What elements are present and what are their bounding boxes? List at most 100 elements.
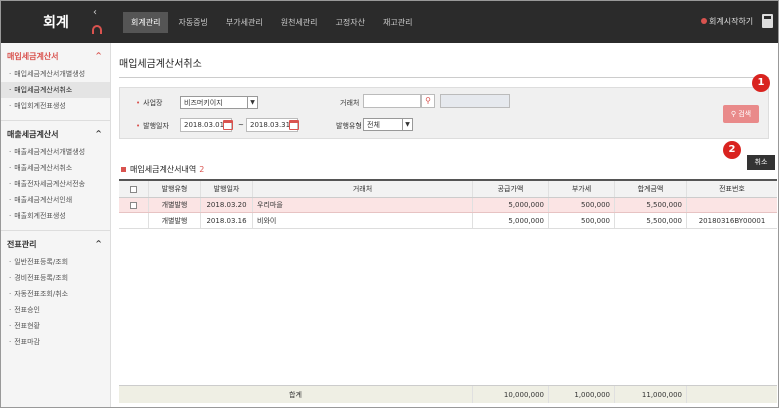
- nav-inventory[interactable]: 재고관리: [375, 12, 420, 33]
- app-window: 회계 ‹ 회계관리 자동증빙 부가세관리 원천세관리 고정자산 재고관리 회계시…: [0, 0, 779, 408]
- table-row[interactable]: 개별발행 2018.03.20 우리마을 5,000,000 500,000 5…: [119, 198, 777, 213]
- column-header: 거래처: [253, 181, 473, 197]
- start-accounting-link[interactable]: 회계시작하기: [701, 16, 753, 27]
- bullet-icon: [121, 167, 126, 172]
- sidebar-section-header[interactable]: 매출세금계산서 ^: [1, 127, 110, 144]
- sidebar: 매입세금계산서^ 매입세금계산서개별생성 매입세금계산서취소 매입회계전표생성 …: [1, 43, 111, 407]
- column-header: 부가세: [549, 181, 615, 197]
- business-select[interactable]: 비즈머키이지 ▼: [180, 96, 258, 109]
- table-cell: 개별발행: [149, 213, 201, 228]
- step-2-badge: 2: [723, 141, 741, 159]
- calendar-icon[interactable]: [289, 120, 299, 130]
- headset-icon[interactable]: [92, 25, 102, 34]
- chevron-down-icon: ▼: [247, 97, 257, 108]
- sidebar-item[interactable]: 매출회계전표생성: [1, 208, 110, 224]
- table-header: 발행유형 발행일자 거래처 공급가액 부가세 합계금액 전표번호: [119, 181, 777, 198]
- nav-vat[interactable]: 부가세관리: [218, 12, 271, 33]
- chevron-up-icon: ^: [95, 129, 102, 138]
- chevron-up-icon: ^: [95, 239, 102, 248]
- footer-supply-total: 10,000,000: [473, 386, 549, 403]
- sidebar-section-title: 매출세금계산서: [7, 130, 59, 139]
- sidebar-item[interactable]: 매출세금계산서개별생성: [1, 144, 110, 160]
- sidebar-item[interactable]: 경비전표등록/조회: [1, 270, 110, 286]
- table-cell: [687, 198, 777, 212]
- row-checkbox[interactable]: [130, 201, 137, 209]
- nav-accounting[interactable]: 회계관리: [123, 11, 169, 33]
- table-cell: 20180316BY00001: [698, 216, 766, 225]
- nav-fixed-assets[interactable]: 고정자산: [328, 12, 373, 33]
- table-cell: 비와이: [253, 213, 473, 228]
- sidebar-item[interactable]: 전표마감: [1, 334, 110, 350]
- info-icon: [701, 18, 707, 24]
- footer-grand-total: 11,000,000: [615, 386, 687, 403]
- footer-empty-cell: [687, 386, 777, 403]
- step-1-badge: 1: [752, 74, 770, 92]
- table-cell: 5,000,000: [473, 198, 549, 212]
- top-bar: 회계 ‹ 회계관리 자동증빙 부가세관리 원천세관리 고정자산 재고관리 회계시…: [1, 1, 778, 43]
- issue-type-label: 발행유형: [336, 122, 362, 130]
- page-title: 매입세금계산서취소: [119, 59, 202, 70]
- search-button[interactable]: ⚲ 검색: [723, 105, 759, 123]
- cancel-button[interactable]: 취소: [747, 155, 775, 170]
- main-nav: 회계관리 자동증빙 부가세관리 원천세관리 고정자산 재고관리: [123, 1, 422, 43]
- sidebar-section-sales: 매출세금계산서 ^ 매출세금계산서개별생성 매출세금계산서취소 매출전자세금계산서…: [1, 121, 110, 231]
- calendar-icon[interactable]: [223, 120, 233, 130]
- nav-auto-evidence[interactable]: 자동증빙: [170, 12, 215, 33]
- column-header: 공급가액: [473, 181, 549, 197]
- table-cell: 5,500,000: [615, 213, 687, 228]
- list-count: 2: [199, 165, 205, 174]
- column-header: 합계금액: [615, 181, 687, 197]
- table-cell: 500,000: [549, 198, 615, 212]
- sidebar-item[interactable]: 매출세금계산서인쇄: [1, 192, 110, 208]
- chevron-up-icon: ^: [95, 51, 102, 60]
- sidebar-section-header[interactable]: 매입세금계산서 ^: [1, 49, 110, 66]
- start-accounting-label: 회계시작하기: [709, 17, 754, 26]
- date-separator: ~: [238, 121, 244, 129]
- issue-type-select[interactable]: 전체 ▼: [363, 118, 413, 131]
- date-label: • 발행일자: [136, 122, 169, 130]
- column-header: 전표번호: [719, 185, 745, 193]
- table-row[interactable]: 개별발행 2018.03.16 비와이 5,000,000 500,000 5,…: [119, 213, 777, 229]
- table-cell: 500,000: [549, 213, 615, 228]
- sidebar-section-voucher: 전표관리 ^ 일반전표등록/조회 경비전표등록/조회 자동전표조회/취소 전표승인…: [1, 231, 110, 356]
- sidebar-item[interactable]: 전표현황: [1, 318, 110, 334]
- sidebar-item[interactable]: 매입세금계산서개별생성: [1, 66, 110, 82]
- sidebar-item[interactable]: 일반전표등록/조회: [1, 254, 110, 270]
- table-cell: 2018.03.16: [201, 213, 253, 228]
- list-title: 매입세금계산서내역 2: [121, 164, 204, 175]
- table-cell: 우리마을: [253, 198, 473, 212]
- search-panel: • 사업장 비즈머키이지 ▼ 거래처 ⚲ • 발행일자 2018.03.01 ~ 20…: [119, 87, 769, 139]
- footer-vat-total: 1,000,000: [549, 386, 615, 403]
- vendor-name-field: [440, 94, 510, 108]
- vendor-label: 거래처: [340, 99, 360, 107]
- sidebar-section-header[interactable]: 전표관리 ^: [1, 237, 110, 254]
- calculator-icon[interactable]: [762, 14, 773, 28]
- divider: [119, 77, 769, 78]
- column-header: 발행유형: [149, 181, 201, 197]
- row-select-cell: [119, 213, 149, 228]
- business-label: • 사업장: [136, 99, 163, 107]
- invoice-table: 발행유형 발행일자 거래처 공급가액 부가세 합계금액 전표번호 개별발행 20…: [119, 179, 777, 403]
- nav-withholding[interactable]: 원천세관리: [273, 12, 326, 33]
- table-cell: 2018.03.20: [201, 198, 253, 212]
- sidebar-item[interactable]: 자동전표조회/취소: [1, 286, 110, 302]
- collapse-sidebar-icon[interactable]: ‹: [93, 7, 97, 18]
- sidebar-item[interactable]: 매출세금계산서취소: [1, 160, 110, 176]
- footer-label: 합계: [119, 386, 473, 403]
- search-icon[interactable]: ⚲: [421, 94, 435, 108]
- sidebar-item-selected[interactable]: 매입세금계산서취소: [1, 82, 110, 98]
- sidebar-item[interactable]: 매출전자세금계산서전송: [1, 176, 110, 192]
- sidebar-section-title: 매입세금계산서: [7, 52, 59, 61]
- sidebar-item[interactable]: 전표승인: [1, 302, 110, 318]
- row-select-cell: [119, 198, 149, 212]
- table-footer: 합계 10,000,000 1,000,000 11,000,000: [119, 385, 777, 403]
- main-content: 매입세금계산서취소 • 사업장 비즈머키이지 ▼ 거래처 ⚲ • 발행일자 2018.…: [111, 43, 778, 407]
- sidebar-item[interactable]: 매입회계전표생성: [1, 98, 110, 114]
- sidebar-section-purchase: 매입세금계산서 ^ 매입세금계산서개별생성 매입세금계산서취소 매입회계전표생성: [1, 43, 110, 121]
- table-cell: 5,500,000: [615, 198, 687, 212]
- sidebar-section-title: 전표관리: [7, 240, 37, 249]
- select-all-checkbox[interactable]: [130, 185, 137, 193]
- table-cell: 개별발행: [149, 198, 201, 212]
- vendor-input[interactable]: [363, 94, 421, 108]
- chevron-down-icon: ▼: [402, 119, 412, 130]
